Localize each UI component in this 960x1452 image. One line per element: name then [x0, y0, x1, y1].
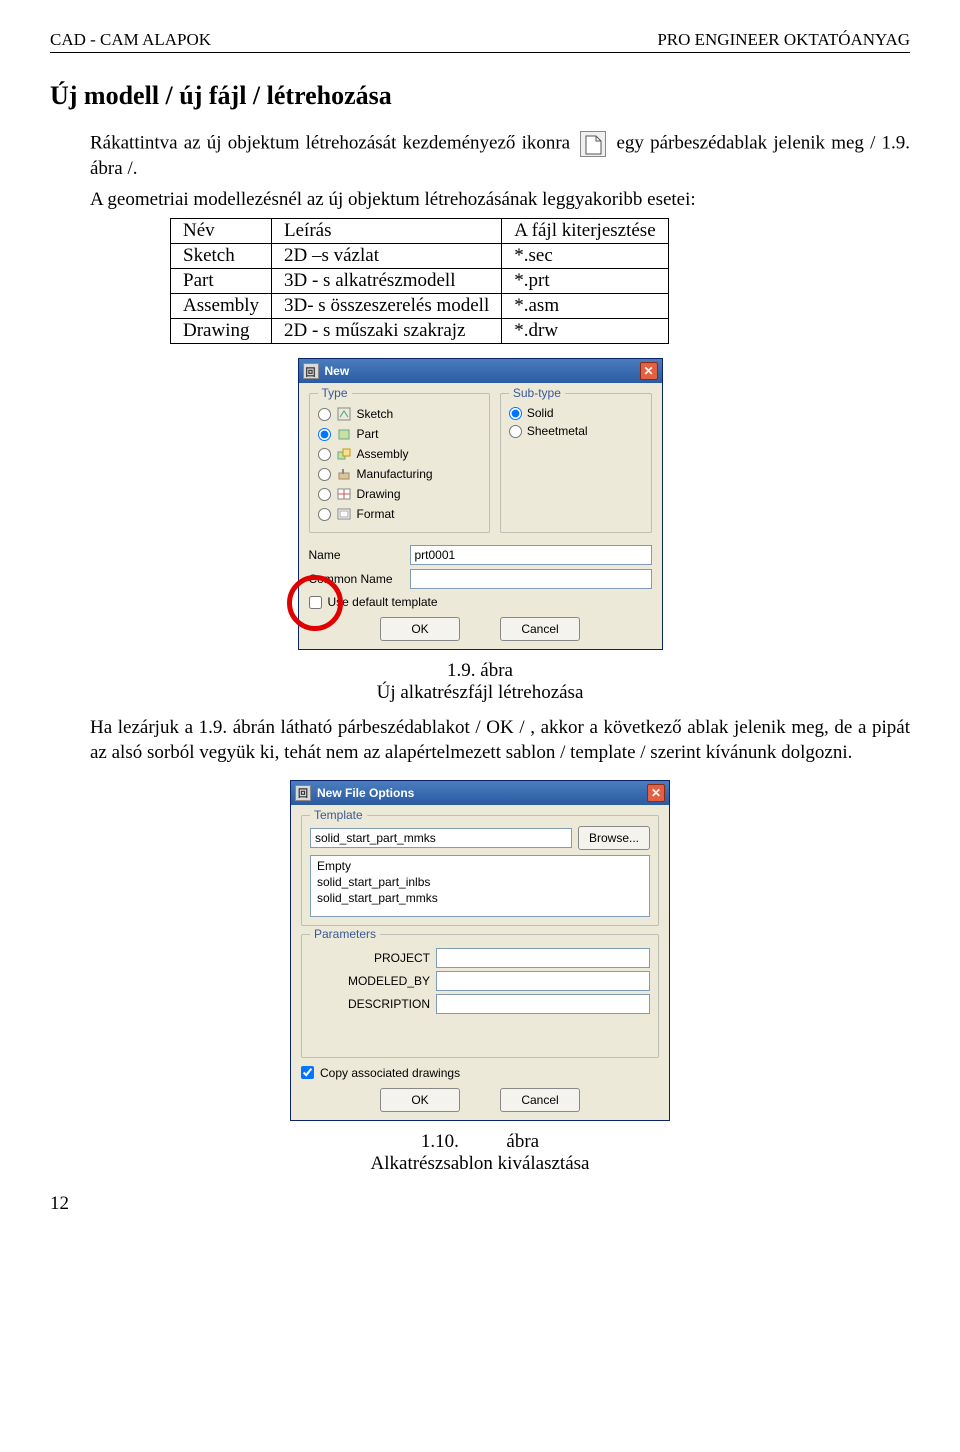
common-name-label: Common Name	[309, 572, 404, 586]
type-part[interactable]: Part	[318, 424, 481, 444]
new-file-icon	[580, 131, 606, 157]
param-label-description: DESCRIPTION	[310, 997, 430, 1011]
titlebar-new[interactable]: 回 New ✕	[299, 359, 662, 383]
copy-assoc-row[interactable]: Copy associated drawings	[301, 1066, 659, 1080]
type-label: Drawing	[357, 487, 401, 501]
name-input[interactable]	[410, 545, 652, 565]
assembly-icon	[336, 446, 352, 462]
paragraph-3: Ha lezárjuk a 1.9. ábrán látható párbesz…	[90, 716, 910, 765]
type-assembly[interactable]: Assembly	[318, 444, 481, 464]
use-default-label: Use default template	[328, 595, 438, 609]
page-number: 12	[50, 1193, 910, 1215]
common-name-input[interactable]	[410, 569, 652, 589]
dialog-title: New File Options	[317, 786, 414, 800]
parameters-groupbox: Parameters PROJECT MODELED_BY DESCRIPTIO…	[301, 934, 659, 1058]
table-row: Part 3D - s alkatrészmodell *.prt	[171, 269, 669, 294]
name-label: Name	[309, 548, 404, 562]
subtype-groupbox: Sub-type Solid Sheetmetal	[500, 393, 652, 533]
ok-button[interactable]: OK	[380, 617, 460, 641]
sketch-icon	[336, 406, 352, 422]
header-left: CAD - CAM ALAPOK	[50, 30, 211, 50]
subtype-solid[interactable]: Solid	[509, 404, 643, 422]
type-legend: Type	[318, 386, 352, 400]
list-item[interactable]: solid_start_part_inlbs	[313, 874, 647, 890]
template-input[interactable]	[310, 828, 572, 848]
table-row: Sketch 2D –s vázlat *.sec	[171, 244, 669, 269]
figure-caption-2: 1.10. ábra Alkatrészsablon kiválasztása	[50, 1131, 910, 1175]
use-default-template-row[interactable]: Use default template	[309, 595, 652, 609]
subtype-label: Solid	[527, 406, 554, 420]
radio-sheetmetal[interactable]	[509, 425, 522, 438]
radio-part[interactable]	[318, 428, 331, 441]
titlebar-options[interactable]: 回 New File Options ✕	[291, 781, 669, 805]
radio-sketch[interactable]	[318, 408, 331, 421]
radio-manufacturing[interactable]	[318, 468, 331, 481]
radio-solid[interactable]	[509, 407, 522, 420]
subtype-sheetmetal[interactable]: Sheetmetal	[509, 422, 643, 440]
close-icon[interactable]: ✕	[647, 784, 665, 802]
copy-assoc-label: Copy associated drawings	[320, 1066, 460, 1080]
type-groupbox: Type Sketch Part Assembly	[309, 393, 490, 533]
format-icon	[336, 506, 352, 522]
th-ext: A fájl kiterjesztése	[502, 219, 668, 244]
param-description-input[interactable]	[436, 994, 650, 1014]
drawing-icon	[336, 486, 352, 502]
type-manufacturing[interactable]: Manufacturing	[318, 464, 481, 484]
param-modeledby-input[interactable]	[436, 971, 650, 991]
part-icon	[336, 426, 352, 442]
list-item[interactable]: Empty	[313, 858, 647, 874]
cancel-button[interactable]: Cancel	[500, 617, 580, 641]
radio-drawing[interactable]	[318, 488, 331, 501]
copy-assoc-checkbox[interactable]	[301, 1066, 314, 1079]
file-types-table: Név Leírás A fájl kiterjesztése Sketch 2…	[170, 218, 669, 344]
close-icon[interactable]: ✕	[640, 362, 658, 380]
new-file-options-dialog: 回 New File Options ✕ Template Browse... …	[290, 780, 670, 1121]
template-listbox[interactable]: Empty solid_start_part_inlbs solid_start…	[310, 855, 650, 917]
app-icon: 回	[303, 363, 319, 379]
para1a: Rákattintva az új objektum létrehozását …	[90, 132, 570, 153]
use-default-checkbox[interactable]	[309, 596, 322, 609]
th-desc: Leírás	[272, 219, 502, 244]
radio-assembly[interactable]	[318, 448, 331, 461]
type-drawing[interactable]: Drawing	[318, 484, 481, 504]
header-right: PRO ENGINEER OKTATÓANYAG	[657, 30, 910, 50]
subtype-legend: Sub-type	[509, 386, 565, 400]
type-format[interactable]: Format	[318, 504, 481, 524]
manufacturing-icon	[336, 466, 352, 482]
table-row: Assembly 3D- s összeszerelés modell *.as…	[171, 294, 669, 319]
browse-button[interactable]: Browse...	[578, 826, 650, 850]
section-title: Új modell / új fájl / létrehozása	[50, 81, 910, 111]
param-label-modeledby: MODELED_BY	[310, 974, 430, 988]
parameters-legend: Parameters	[310, 927, 380, 941]
template-legend: Template	[310, 808, 367, 822]
type-sketch[interactable]: Sketch	[318, 404, 481, 424]
figure-caption-1: 1.9. ábra Új alkatrészfájl létrehozása	[50, 660, 910, 704]
new-dialog: 回 New ✕ Type Sketch Part	[298, 358, 663, 650]
table-header-row: Név Leírás A fájl kiterjesztése	[171, 219, 669, 244]
app-icon: 回	[295, 785, 311, 801]
type-label: Format	[357, 507, 395, 521]
list-item[interactable]: solid_start_part_mmks	[313, 890, 647, 906]
radio-format[interactable]	[318, 508, 331, 521]
type-label: Part	[357, 427, 379, 441]
cancel-button[interactable]: Cancel	[500, 1088, 580, 1112]
ok-button[interactable]: OK	[380, 1088, 460, 1112]
paragraph-1: Rákattintva az új objektum létrehozását …	[90, 131, 910, 182]
paragraph-2: A geometriai modellezésnél az új objektu…	[90, 188, 910, 213]
page-header: CAD - CAM ALAPOK PRO ENGINEER OKTATÓANYA…	[50, 30, 910, 53]
table-row: Drawing 2D - s műszaki szakrajz *.drw	[171, 319, 669, 344]
type-label: Assembly	[357, 447, 409, 461]
type-label: Sketch	[357, 407, 394, 421]
template-groupbox: Template Browse... Empty solid_start_par…	[301, 815, 659, 926]
type-label: Manufacturing	[357, 467, 433, 481]
subtype-label: Sheetmetal	[527, 424, 588, 438]
param-project-input[interactable]	[436, 948, 650, 968]
param-label-project: PROJECT	[310, 951, 430, 965]
dialog-title: New	[325, 364, 350, 378]
th-name: Név	[171, 219, 272, 244]
